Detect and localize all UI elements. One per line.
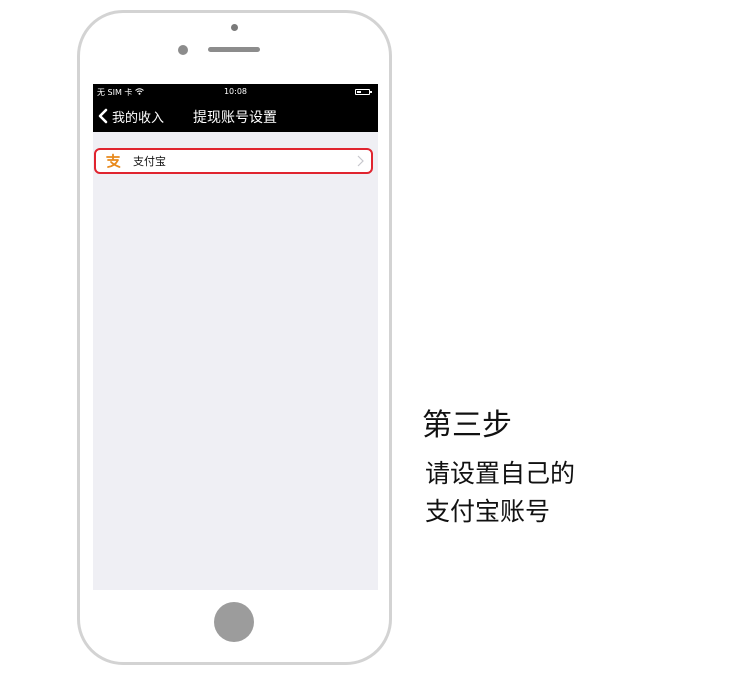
status-time: 10:08 <box>223 87 248 96</box>
navigation-bar: 无 SIM 卡 10:08 我的收入 提现账号设置 <box>93 84 378 132</box>
alipay-account-row[interactable]: 支付宝 <box>94 148 373 174</box>
chevron-right-icon <box>357 155 364 167</box>
back-label: 我的收入 <box>112 110 165 126</box>
home-button[interactable] <box>214 602 254 642</box>
phone-screen: 无 SIM 卡 10:08 我的收入 提现账号设置 支付宝 <box>93 84 378 590</box>
battery-icon <box>355 89 372 95</box>
alipay-label: 支付宝 <box>133 155 166 168</box>
earpiece-speaker <box>208 47 260 52</box>
page-title: 提现账号设置 <box>193 110 277 126</box>
chevron-left-icon <box>98 108 108 124</box>
step-description-line: 请设置自己的 <box>425 459 576 488</box>
step-title: 第三步 <box>422 408 512 443</box>
step-description: 请设置自己的 支付宝账号 <box>425 455 575 531</box>
sensor-dot <box>178 45 188 55</box>
camera-dot <box>231 24 238 31</box>
back-button[interactable]: 我的收入 <box>97 106 164 126</box>
alipay-icon <box>106 153 121 168</box>
battery-level <box>357 91 361 93</box>
step-description-line: 支付宝账号 <box>425 497 551 526</box>
